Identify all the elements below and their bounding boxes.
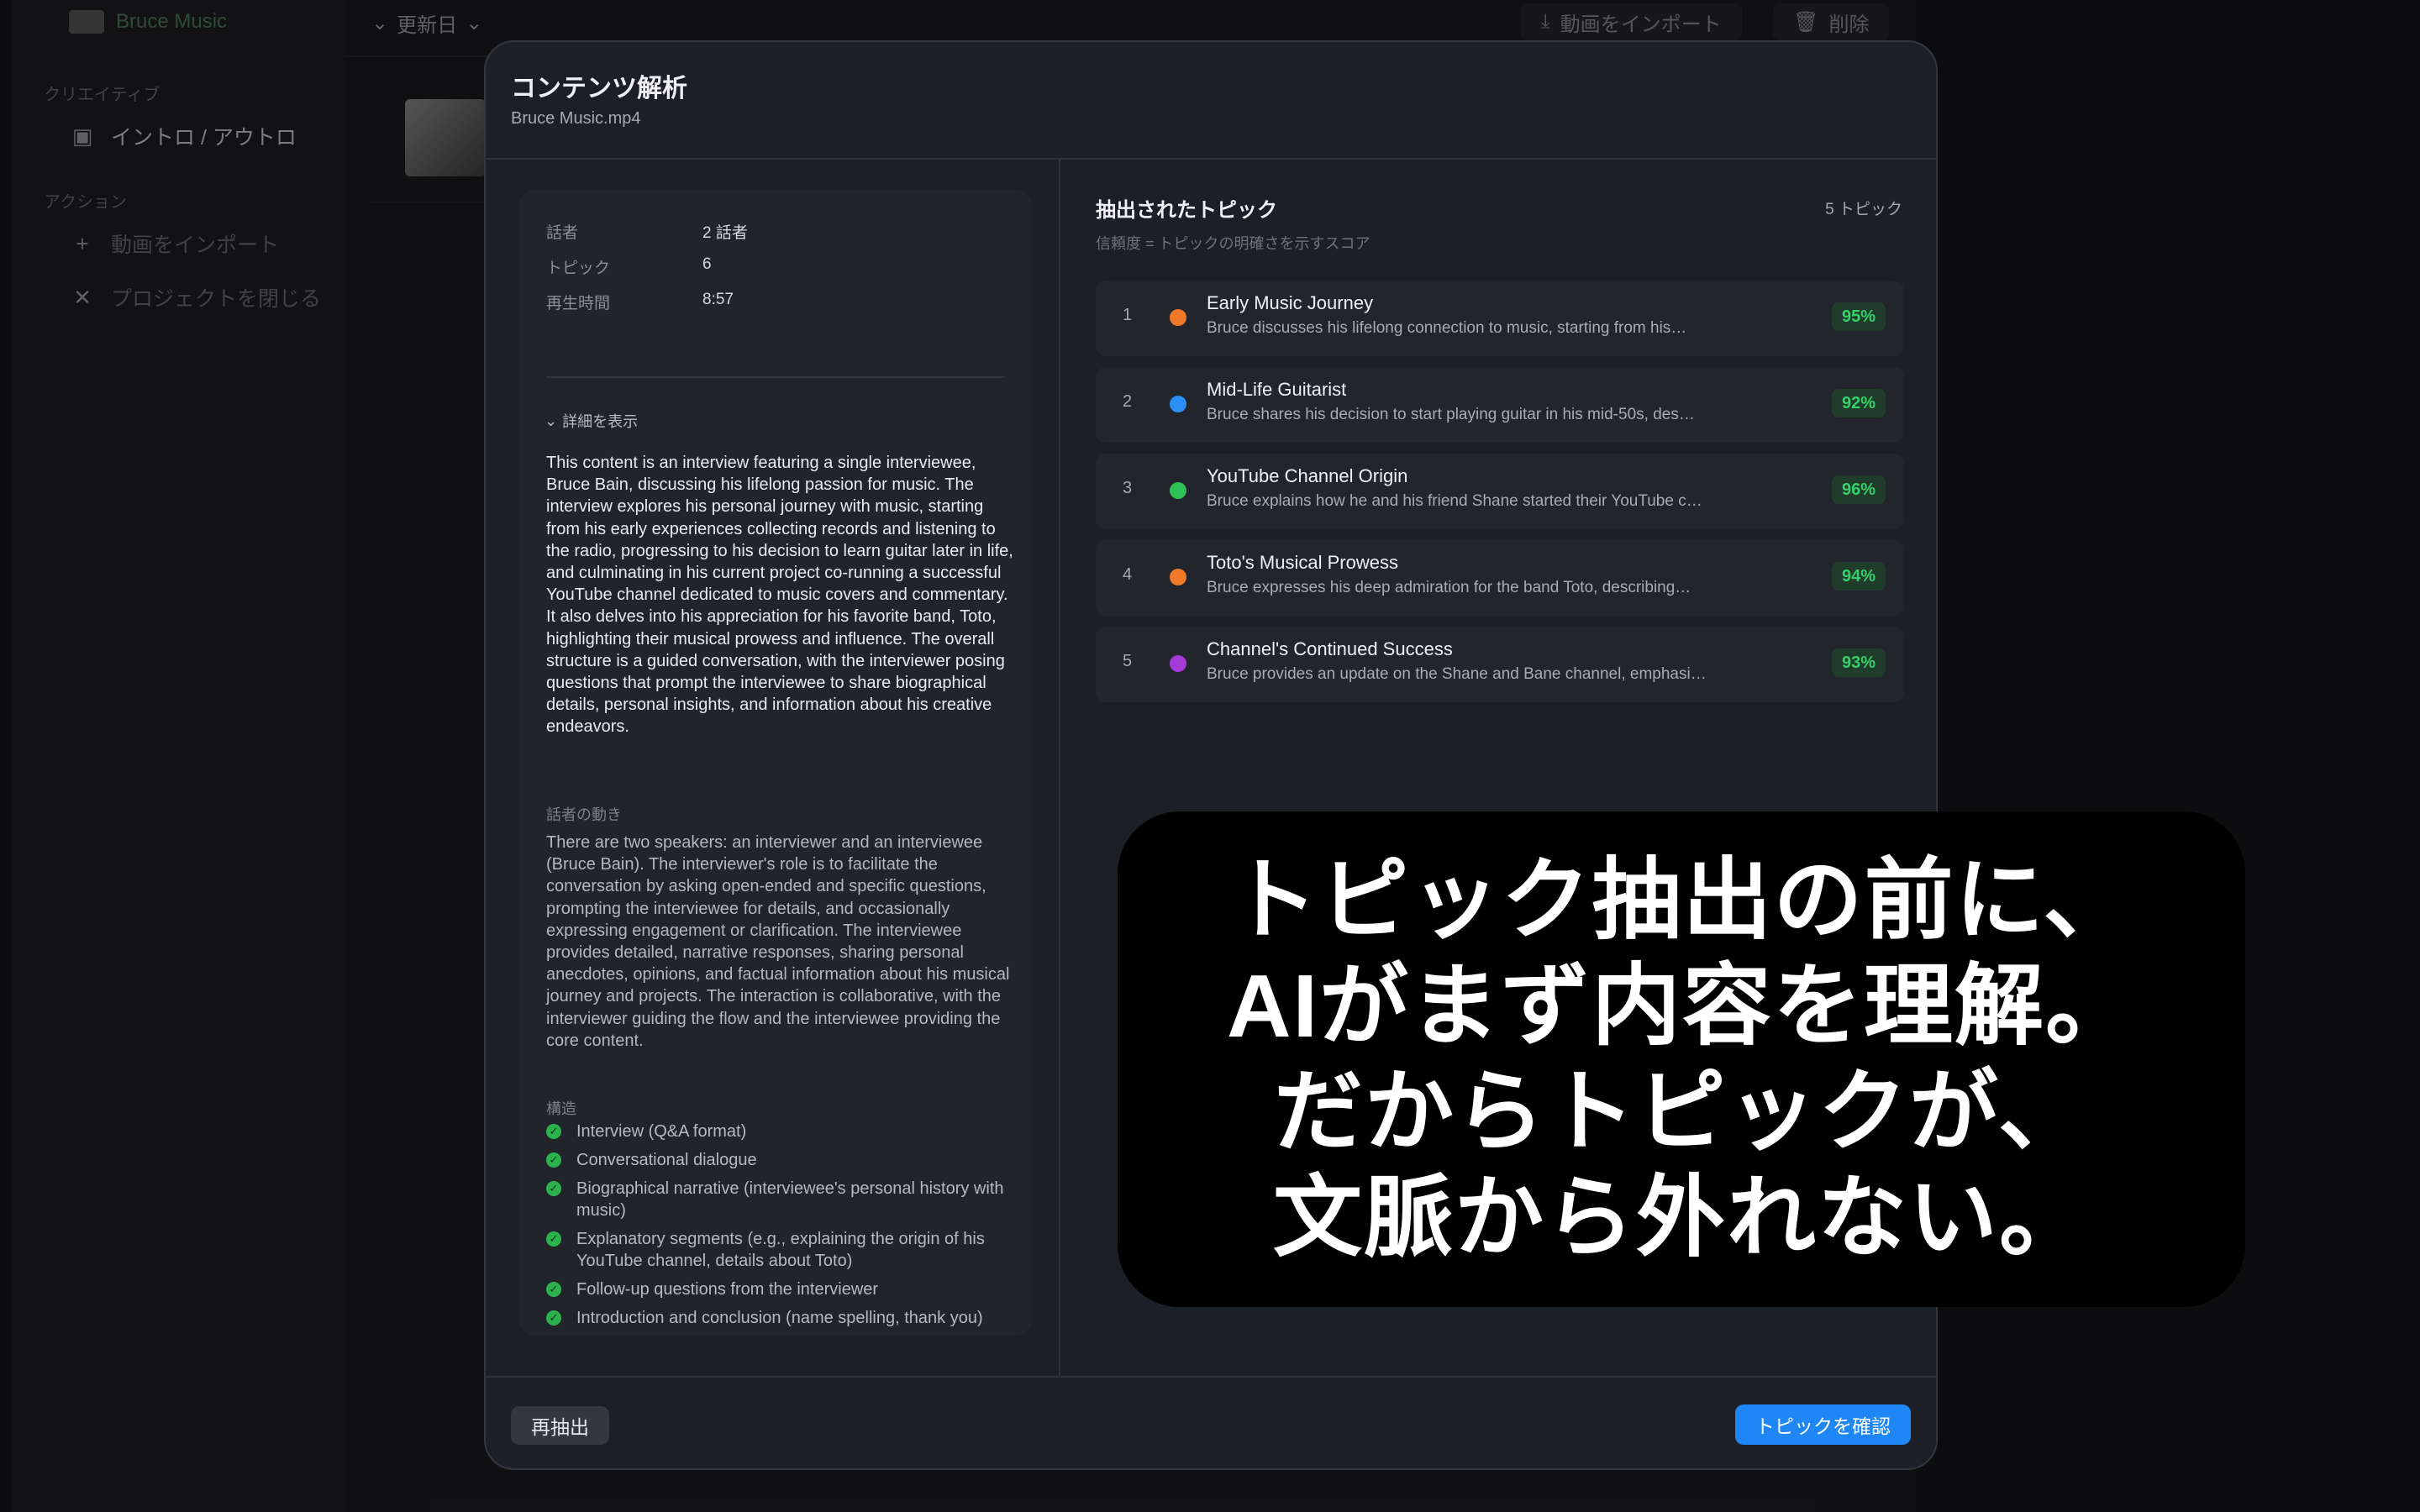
topic-title: YouTube Channel Origin — [1207, 465, 1408, 486]
topic-description: Bruce shares his decision to start playi… — [1207, 406, 1695, 423]
structure-item: Interview (Q&A format) — [576, 1122, 747, 1141]
topic-title: Early Music Journey — [1207, 292, 1374, 313]
stat-value: 2 話者 — [702, 224, 748, 242]
dialog-title: コンテンツ解析 — [511, 75, 687, 102]
stat-label: 話者 — [546, 224, 579, 242]
column-divider — [1059, 160, 1060, 1376]
header-divider — [486, 158, 1936, 160]
list-item: ✓ Introduction and conclusion (name spell… — [546, 1307, 1017, 1329]
reextract-button[interactable]: 再抽出 — [511, 1406, 609, 1445]
stat-value: 8:57 — [702, 291, 734, 308]
caption-line: トピック抽出の前に、 — [1228, 851, 2134, 950]
structure-item: Biographical narrative (interviewee's pe… — [576, 1179, 1004, 1220]
caption-line: だからトピックが、 — [1274, 1063, 2089, 1162]
list-item: ✓ Conversational dialogue — [546, 1149, 1017, 1171]
confidence-badge: 92% — [1831, 389, 1886, 417]
list-item: ✓ Explanatory segments (e.g., explaining … — [546, 1228, 1017, 1272]
topic-title: Toto's Musical Prowess — [1207, 552, 1398, 573]
stat-label: トピック — [546, 260, 611, 277]
structure-item: Conversational dialogue — [576, 1151, 757, 1169]
topic-number: 5 — [1123, 652, 1133, 670]
structure-item: Follow-up questions from the interviewer — [576, 1280, 879, 1299]
check-circle-icon: ✓ — [546, 1124, 561, 1139]
confirm-topics-button[interactable]: トピックを確認 — [1735, 1404, 1911, 1445]
caption-line: 文脈から外れない。 — [1273, 1168, 2090, 1268]
dialog-subtitle: Bruce Music.mp4 — [511, 109, 641, 128]
content-summary: This content is an interview featuring a… — [546, 454, 1013, 737]
speaker-dynamics-label: 話者の動き — [546, 806, 622, 823]
check-circle-icon: ✓ — [546, 1282, 561, 1297]
topic-description: Bruce expresses his deep admiration for … — [1207, 579, 1691, 596]
topic-title: Channel's Continued Success — [1207, 638, 1453, 659]
topic-row[interactable]: 1 Early Music Journey Bruce discusses hi… — [1096, 281, 1904, 356]
topic-color-dot — [1170, 655, 1186, 672]
confidence-badge: 95% — [1831, 302, 1886, 331]
list-item: ✓ Biographical narrative (interviewee's p… — [546, 1178, 1017, 1221]
list-item: ✓ Follow-up questions from the interviewe… — [546, 1278, 1017, 1300]
topic-description: Bruce provides an update on the Shane an… — [1207, 665, 1707, 683]
chevron-down-icon: ⌄ — [544, 412, 558, 429]
topic-color-dot — [1170, 309, 1186, 326]
topic-list: 1 Early Music Journey Bruce discusses hi… — [1096, 281, 1904, 713]
check-circle-icon: ✓ — [546, 1181, 561, 1196]
confidence-badge: 96% — [1831, 475, 1886, 504]
details-toggle[interactable]: ⌄ 詳細を表示 — [544, 410, 638, 432]
analysis-summary-card: 話者 2 話者 トピック 6 再生時間 8:57 ⌄ 詳細を表示 This co… — [519, 190, 1032, 1336]
topic-number: 1 — [1123, 306, 1133, 324]
stat-speakers: 話者 2 話者 — [546, 220, 748, 243]
structure-list: ✓ Interview (Q&A format) ✓ Conversational … — [546, 1121, 1017, 1336]
structure-item: Explanatory segments (e.g., explaining t… — [576, 1230, 985, 1270]
stat-value: 6 — [702, 255, 712, 273]
confidence-badge: 94% — [1831, 562, 1886, 591]
card-divider — [546, 376, 1005, 378]
topic-row[interactable]: 5 Channel's Continued Success Bruce prov… — [1096, 627, 1904, 702]
details-toggle-label: 詳細を表示 — [562, 413, 639, 430]
topic-description: Bruce explains how he and his friend Sha… — [1207, 492, 1702, 510]
caption-line: AIがまず内容を理解。 — [1227, 957, 2136, 1056]
topic-description: Bruce discusses his lifelong connection … — [1207, 319, 1687, 337]
check-circle-icon: ✓ — [546, 1152, 561, 1168]
speaker-dynamics-text: There are two speakers: an interviewer a… — [546, 833, 1010, 1050]
structure-label: 構造 — [546, 1100, 576, 1117]
topic-color-dot — [1170, 396, 1186, 412]
topics-heading: 抽出されたトピック — [1096, 199, 1277, 222]
topic-color-dot — [1170, 569, 1186, 585]
confidence-badge: 93% — [1831, 648, 1886, 677]
topic-number: 4 — [1123, 565, 1133, 584]
topic-color-dot — [1170, 482, 1186, 499]
topic-number: 3 — [1123, 479, 1133, 497]
stat-label: 再生時間 — [546, 295, 611, 312]
check-circle-icon: ✓ — [546, 1231, 561, 1247]
stat-topics: トピック 6 — [546, 255, 712, 278]
footer-divider — [486, 1376, 1936, 1378]
structure-item: Introduction and conclusion (name spelli… — [576, 1309, 983, 1327]
topic-title: Mid-Life Guitarist — [1207, 379, 1347, 400]
list-item: ✓ Interview (Q&A format) — [546, 1121, 1017, 1142]
topic-number: 2 — [1123, 392, 1133, 411]
topic-row[interactable]: 3 YouTube Channel Origin Bruce explains … — [1096, 454, 1904, 529]
stat-duration: 再生時間 8:57 — [546, 291, 734, 313]
confidence-note: 信頼度 = トピックの明確さを示すスコア — [1096, 235, 1370, 252]
topic-row[interactable]: 2 Mid-Life Guitarist Bruce shares his de… — [1096, 367, 1904, 443]
topic-row[interactable]: 4 Toto's Musical Prowess Bruce expresses… — [1096, 540, 1904, 616]
check-circle-icon: ✓ — [546, 1310, 561, 1326]
caption-overlay: トピック抽出の前に、 AIがまず内容を理解。 だからトピックが、 文脈から外れな… — [1118, 811, 2245, 1307]
topics-count: 5 トピック — [1825, 201, 1902, 218]
